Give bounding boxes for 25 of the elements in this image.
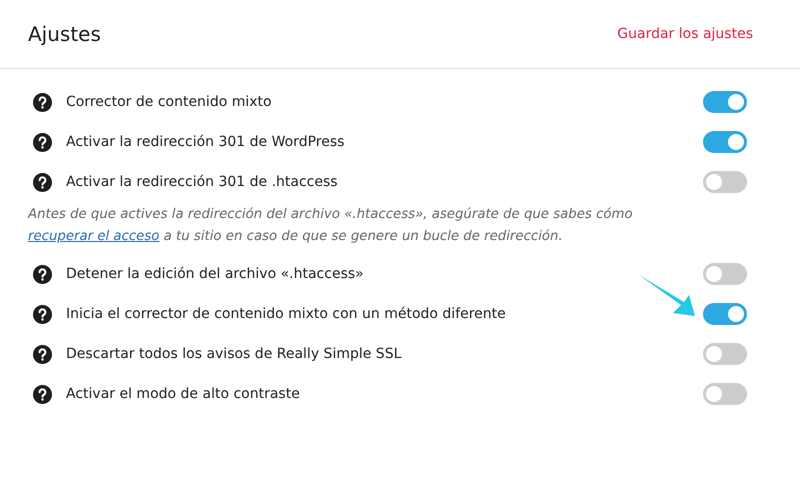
setting-label: Activar la redirección 301 de WordPress: [66, 134, 346, 150]
toggle-switch[interactable]: [703, 263, 747, 285]
setting-label: Inicia el corrector de contenido mixto con un método diferente: [66, 306, 507, 322]
save-settings-link[interactable]: Guardar los ajustes: [617, 26, 753, 42]
warning-note: Antes de que actives la redirección del archivo «.htaccess», asegúrate de que sabes cómo recuperar el acceso a tu sitio en caso de que se genere un bucle de redirección.: [28, 206, 634, 246]
setting-label: Descartar todos los avisos de Really Simple SSL: [66, 346, 402, 362]
help-icon[interactable]: [33, 384, 52, 404]
toggle-switch[interactable]: [703, 91, 747, 113]
setting-label: Activar la redirección 301 de .htaccess: [66, 174, 339, 190]
toggle-switch[interactable]: [703, 171, 747, 193]
toggle-switch[interactable]: [703, 383, 747, 405]
toggle-switch[interactable]: [703, 303, 747, 325]
help-icon[interactable]: [33, 92, 52, 112]
help-icon[interactable]: [33, 172, 52, 192]
setting-label: Activar el modo de alto contraste: [66, 386, 301, 402]
recover-access-link[interactable]: recuperar el acceso: [28, 229, 160, 244]
help-icon[interactable]: [33, 344, 52, 364]
page-title: Ajustes: [28, 22, 101, 46]
toggle-switch[interactable]: [703, 131, 747, 153]
help-icon[interactable]: [33, 264, 52, 284]
help-icon[interactable]: [33, 132, 52, 152]
setting-label: Corrector de contenido mixto: [66, 94, 273, 110]
toggle-switch[interactable]: [703, 343, 747, 365]
setting-label: Detener la edición del archivo «.htaccess»: [66, 266, 365, 282]
help-icon[interactable]: [33, 304, 52, 324]
